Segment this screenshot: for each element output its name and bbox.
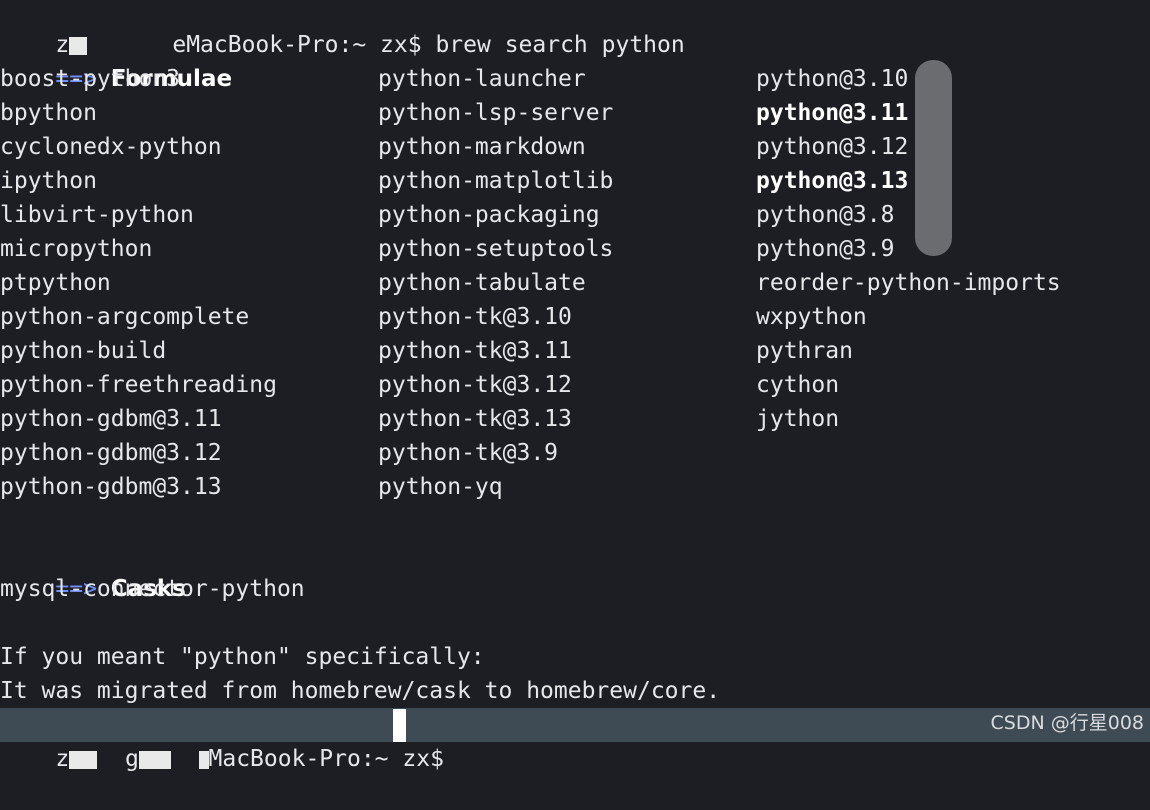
formulae-column-1: boost-python3 bpython cyclonedx-python ipyt… (0, 62, 380, 504)
formula-item: python-gdbm@3.11 (0, 406, 222, 432)
formula-item: python-yq (378, 474, 503, 500)
formula-item: libvirt-python (0, 202, 194, 228)
formula-item: python-tk@3.9 (378, 440, 559, 466)
scrollbar-thumb[interactable] (915, 60, 952, 256)
formula-item: python-tk@3.10 (378, 304, 572, 330)
formula-item: reorder-python-imports (756, 270, 1061, 296)
formula-item: bpython (0, 100, 97, 126)
redacted-username (198, 750, 209, 769)
formula-item: python-packaging (378, 202, 600, 228)
formula-item: wxpython (756, 304, 867, 330)
formula-item: python-build (0, 338, 167, 364)
formula-item: micropython (0, 236, 153, 262)
redacted-username (69, 750, 98, 769)
text-cursor (393, 709, 406, 742)
terminal-window[interactable]: z eMacBook-Pro:~ zx$ brew search python … (0, 0, 1150, 772)
formula-item: python-setuptools (378, 236, 614, 262)
formula-item: python-gdbm@3.13 (0, 474, 222, 500)
formula-item: python-argcomplete (0, 304, 250, 330)
formula-item: cython (756, 372, 840, 398)
formula-item: python-tk@3.12 (378, 372, 572, 398)
redacted-username (138, 750, 171, 769)
formula-item: python-tk@3.13 (378, 406, 572, 432)
bottom-prompt-prefix: z (55, 746, 70, 772)
formula-item: python-matplotlib (378, 168, 614, 194)
formula-item: ipython (0, 168, 97, 194)
formula-item: pythran (756, 338, 853, 364)
message-line-2: It was migrated from homebrew/cask to ho… (0, 678, 721, 704)
bottom-prompt-host: MacBook-Pro:~ zx$ (208, 746, 444, 772)
bottom-prompt-middle: g (124, 746, 139, 772)
formula-item: python-tabulate (378, 270, 586, 296)
formula-item: python-gdbm@3.12 (0, 440, 222, 466)
formula-item: python-freethreading (0, 372, 277, 398)
formula-item: python-lsp-server (378, 100, 614, 126)
prompt-command: brew search python (435, 32, 685, 58)
formula-item: cyclonedx-python (0, 134, 222, 160)
formulae-header: ==> Formulae (0, 28, 232, 92)
formula-item: ptpython (0, 270, 111, 296)
casks-header: ==> Casks (0, 538, 185, 602)
formula-item: boost-python3 (0, 66, 181, 92)
message-line-1: If you meant "python" specifically: (0, 644, 485, 670)
formula-item: python-tk@3.11 (378, 338, 572, 364)
watermark: CSDN @行星008 (990, 712, 1144, 734)
formulae-column-2: python-launcher python-lsp-server python-m… (378, 62, 758, 504)
prompt-line: z eMacBook-Pro:~ zx$ brew search python (0, 0, 684, 58)
formula-item: python-launcher (378, 66, 586, 92)
formula-item: python-markdown (378, 134, 586, 160)
bottom-prompt-line: z g MacBook-Pro:~ zx$ (0, 708, 444, 772)
formula-item: jython (756, 406, 840, 432)
cask-item: mysql-connector-python (0, 576, 305, 602)
